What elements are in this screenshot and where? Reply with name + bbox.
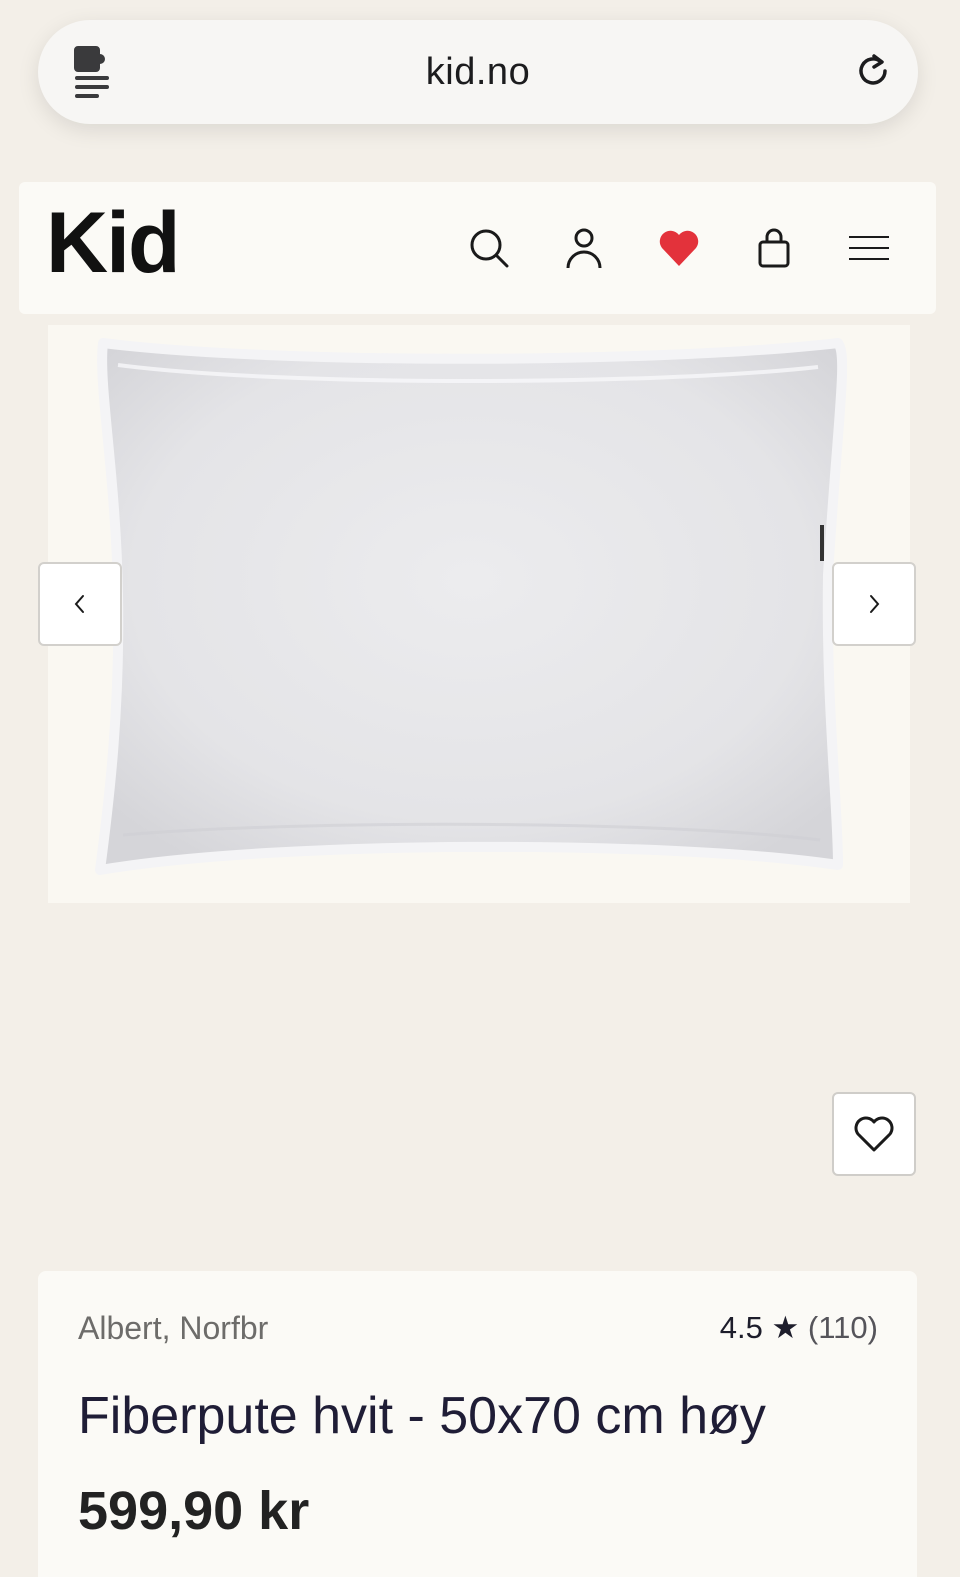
account-icon[interactable] bbox=[562, 226, 606, 270]
kid-logo[interactable]: Kid bbox=[46, 200, 181, 286]
product-rating[interactable]: 4.5 ★ (110) bbox=[720, 1310, 878, 1346]
page: kid.no Kid Albert, Norfbr 4.5 ★ (110) Fi… bbox=[0, 0, 960, 1577]
product-price: 599,90 kr bbox=[78, 1481, 310, 1541]
rating-value: 4.5 bbox=[719, 1310, 763, 1345]
shopping-bag-icon[interactable] bbox=[752, 226, 796, 270]
rating-count: (110) bbox=[807, 1310, 878, 1345]
add-to-favorites-button[interactable] bbox=[832, 1092, 916, 1176]
reload-icon[interactable] bbox=[852, 50, 894, 92]
product-image[interactable] bbox=[48, 325, 910, 903]
chevron-left-icon bbox=[74, 595, 84, 613]
previous-image-button[interactable] bbox=[38, 562, 122, 646]
search-icon[interactable] bbox=[467, 226, 511, 270]
menu-icon[interactable] bbox=[847, 226, 891, 270]
url-text[interactable]: kid.no bbox=[426, 51, 530, 94]
heart-outline-icon bbox=[854, 1116, 894, 1152]
extensions-menu-icon[interactable] bbox=[70, 42, 114, 98]
product-brand[interactable]: Albert, Norfbr bbox=[78, 1310, 268, 1347]
star-icon: ★ bbox=[771, 1310, 800, 1345]
next-image-button[interactable] bbox=[832, 562, 916, 646]
heart-icon[interactable] bbox=[657, 226, 701, 270]
chevron-right-icon bbox=[870, 595, 880, 613]
address-bar[interactable]: kid.no bbox=[38, 20, 918, 124]
product-title: Fiberpute hvit - 50x70 cm høy bbox=[78, 1387, 766, 1445]
